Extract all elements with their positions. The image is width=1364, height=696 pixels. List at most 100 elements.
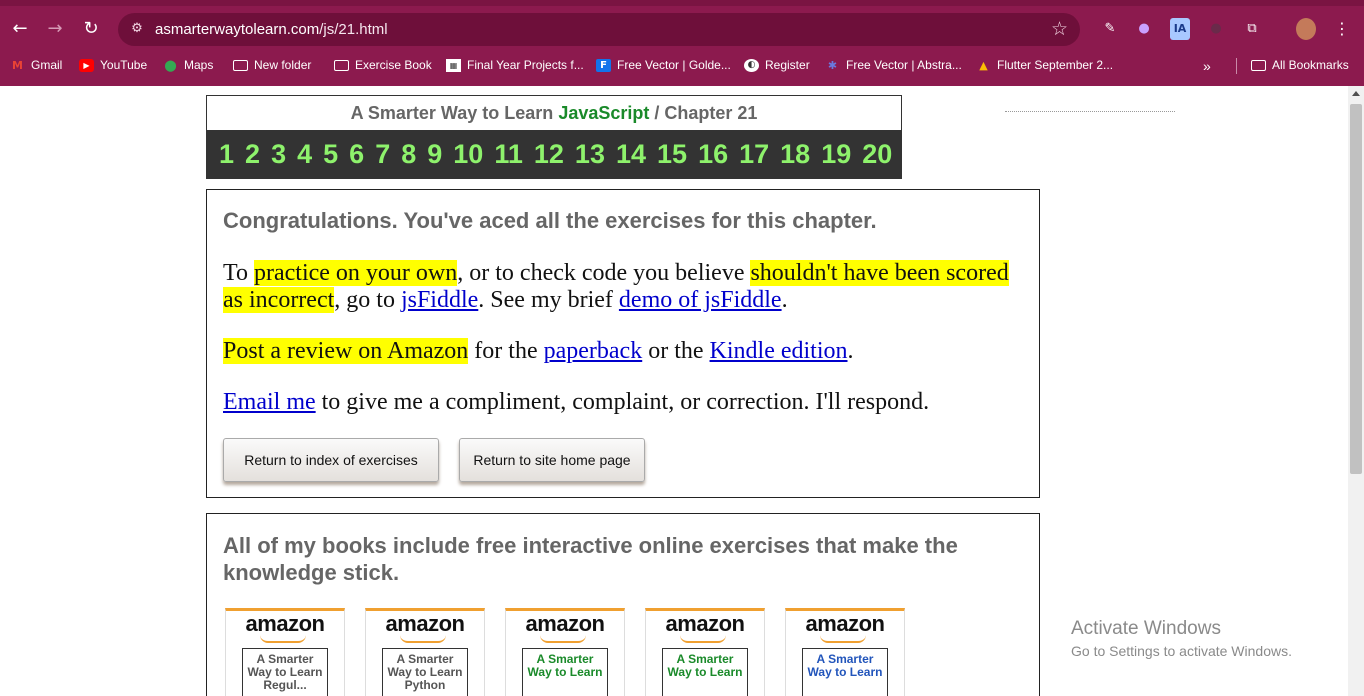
- bookmark-free-vector-golden[interactable]: F Free Vector | Golde...: [596, 58, 731, 72]
- amazon-logo: amazon: [385, 611, 465, 636]
- address-bar[interactable]: ⚙ asmarterwaytolearn.com/js/21.html ☆: [118, 13, 1080, 46]
- book-cover: A Smarter Way to Learn: [522, 648, 608, 696]
- amazon-smile-icon: [400, 635, 446, 643]
- email-me-link[interactable]: Email me: [223, 389, 316, 415]
- page-content: A Smarter Way to Learn JavaScript / Chap…: [0, 86, 1348, 696]
- chapter-link[interactable]: 6: [349, 139, 364, 170]
- chapter-link[interactable]: 15: [657, 139, 687, 170]
- site-info-icon[interactable]: ⚙: [128, 20, 146, 38]
- gmail-icon: M: [12, 58, 23, 72]
- books-heading: All of my books include free interactive…: [223, 533, 958, 585]
- gear-favicon-icon: ✱: [827, 58, 838, 72]
- amazon-smile-icon: [680, 635, 726, 643]
- chapter-link[interactable]: 3: [271, 139, 286, 170]
- extension-dark-icon[interactable]: ●: [1206, 18, 1226, 40]
- book-cover: A Smarter Way to Learn: [662, 648, 748, 696]
- back-icon[interactable]: ←: [9, 18, 31, 40]
- bookmark-maps[interactable]: ⬤ Maps: [163, 58, 213, 72]
- extension-ia-icon[interactable]: IA: [1170, 18, 1190, 40]
- globe-icon: ◐: [744, 58, 759, 72]
- menu-dots-icon[interactable]: ⋮: [1332, 18, 1352, 40]
- page-title: A Smarter Way to Learn JavaScript / Chap…: [350, 103, 758, 123]
- chapter-link[interactable]: 10: [453, 139, 483, 170]
- site-favicon-icon: ▦: [446, 58, 461, 72]
- chapter-link[interactable]: 11: [494, 139, 523, 170]
- chapter-link[interactable]: 20: [862, 139, 892, 170]
- folder-icon: [1251, 59, 1266, 71]
- bookmark-youtube[interactable]: ▶ YouTube: [79, 58, 147, 72]
- reload-icon[interactable]: ↻: [80, 18, 102, 40]
- bookmark-free-vector-abstract[interactable]: ✱ Free Vector | Abstra...: [825, 58, 962, 72]
- chapter-link[interactable]: 12: [534, 139, 564, 170]
- return-index-button[interactable]: Return to index of exercises: [223, 438, 439, 482]
- profile-avatar[interactable]: [1296, 18, 1316, 40]
- folder-icon: [233, 59, 248, 71]
- bookmark-final-year-projects[interactable]: ▦ Final Year Projects f...: [446, 58, 584, 72]
- watermark-subtitle: Go to Settings to activate Windows.: [1071, 643, 1292, 659]
- bookmarks-bar: M Gmail ▶ YouTube ⬤ Maps New folder Exercis…: [0, 54, 1364, 78]
- scroll-up-arrow-icon[interactable]: [1352, 91, 1360, 96]
- forward-icon[interactable]: →: [44, 18, 66, 40]
- demo-jsfiddle-link[interactable]: demo of jsFiddle: [619, 287, 782, 313]
- all-bookmarks[interactable]: All Bookmarks: [1251, 58, 1349, 72]
- google-drive-icon: ▲: [979, 58, 988, 72]
- chapter-link[interactable]: 17: [739, 139, 769, 170]
- extension-pen-icon[interactable]: ✎: [1100, 18, 1120, 40]
- book-card[interactable]: amazon A Smarter Way to Learn: [505, 608, 625, 696]
- book-card[interactable]: amazon A Smarter Way to Learn Regul...: [225, 608, 345, 696]
- bookmark-star-icon[interactable]: ☆: [1051, 18, 1068, 40]
- chapter-link[interactable]: 9: [427, 139, 442, 170]
- amazon-smile-icon: [820, 635, 866, 643]
- chapter-link[interactable]: 5: [323, 139, 338, 170]
- practice-paragraph: To practice on your own, or to check cod…: [223, 260, 1009, 313]
- chapter-link[interactable]: 16: [698, 139, 728, 170]
- return-home-button[interactable]: Return to site home page: [459, 438, 645, 482]
- congrats-heading: Congratulations. You've aced all the exe…: [223, 208, 877, 233]
- chapter-link[interactable]: 14: [616, 139, 646, 170]
- chapter-nav: 1 2 3 4 5 6 7 8 9 10 11 12 13 14 15 16 17 18 19 20: [207, 130, 901, 179]
- book-card[interactable]: amazon A Smarter Way to Learn Python: [365, 608, 485, 696]
- extensions-puzzle-icon[interactable]: ⧉: [1242, 18, 1262, 40]
- freepik-icon: F: [596, 58, 611, 72]
- paperback-link[interactable]: paperback: [544, 338, 643, 364]
- chapter-link[interactable]: 1: [219, 139, 234, 170]
- watermark-title: Activate Windows: [1071, 618, 1221, 639]
- activate-windows-watermark: Activate Windows Go to Settings to activ…: [1071, 618, 1292, 659]
- book-cover: A Smarter Way to Learn: [802, 648, 888, 696]
- kindle-edition-link[interactable]: Kindle edition: [710, 338, 848, 364]
- bookmarks-overflow-chevron-icon[interactable]: »: [1203, 58, 1211, 74]
- url-text[interactable]: asmarterwaytolearn.com/js/21.html: [155, 21, 388, 38]
- book-card[interactable]: amazon A Smarter Way to Learn: [645, 608, 765, 696]
- chapter-link[interactable]: 18: [780, 139, 810, 170]
- amazon-logo: amazon: [665, 611, 745, 636]
- amazon-logo: amazon: [245, 611, 325, 636]
- chapter-link[interactable]: 8: [401, 139, 416, 170]
- email-paragraph: Email me to give me a compliment, compla…: [223, 389, 930, 415]
- bookmark-new-folder[interactable]: New folder: [233, 58, 311, 72]
- jsfiddle-link[interactable]: jsFiddle: [401, 287, 478, 313]
- books-panel: All of my books include free interactive…: [206, 513, 1040, 696]
- extension-purple-icon[interactable]: ●: [1134, 18, 1154, 40]
- book-card[interactable]: amazon A Smarter Way to Learn: [785, 608, 905, 696]
- review-paragraph: Post a review on Amazon for the paperbac…: [223, 338, 854, 364]
- bookmark-exercise-book[interactable]: Exercise Book: [334, 58, 432, 72]
- chapter-link[interactable]: 2: [245, 139, 260, 170]
- amazon-smile-icon: [540, 635, 586, 643]
- chapter-header: A Smarter Way to Learn JavaScript / Chap…: [206, 95, 902, 179]
- bookmark-flutter-september[interactable]: ▲ Flutter September 2...: [976, 58, 1113, 72]
- dotted-line: [1005, 111, 1175, 112]
- maps-pin-icon: ⬤: [164, 58, 177, 72]
- chapter-link[interactable]: 7: [375, 139, 390, 170]
- chapter-link[interactable]: 19: [821, 139, 851, 170]
- youtube-icon: ▶: [79, 58, 94, 72]
- scrollbar-thumb[interactable]: [1350, 104, 1362, 474]
- bookmarks-divider: [1236, 58, 1237, 74]
- bookmark-register[interactable]: ◐ Register: [744, 58, 810, 72]
- chapter-link[interactable]: 4: [297, 139, 312, 170]
- book-cover: A Smarter Way to Learn Python: [382, 648, 468, 696]
- vertical-scrollbar[interactable]: [1348, 86, 1364, 696]
- bookmark-gmail[interactable]: M Gmail: [10, 58, 62, 72]
- amazon-logo: amazon: [525, 611, 605, 636]
- book-cover: A Smarter Way to Learn Regul...: [242, 648, 328, 696]
- chapter-link[interactable]: 13: [575, 139, 605, 170]
